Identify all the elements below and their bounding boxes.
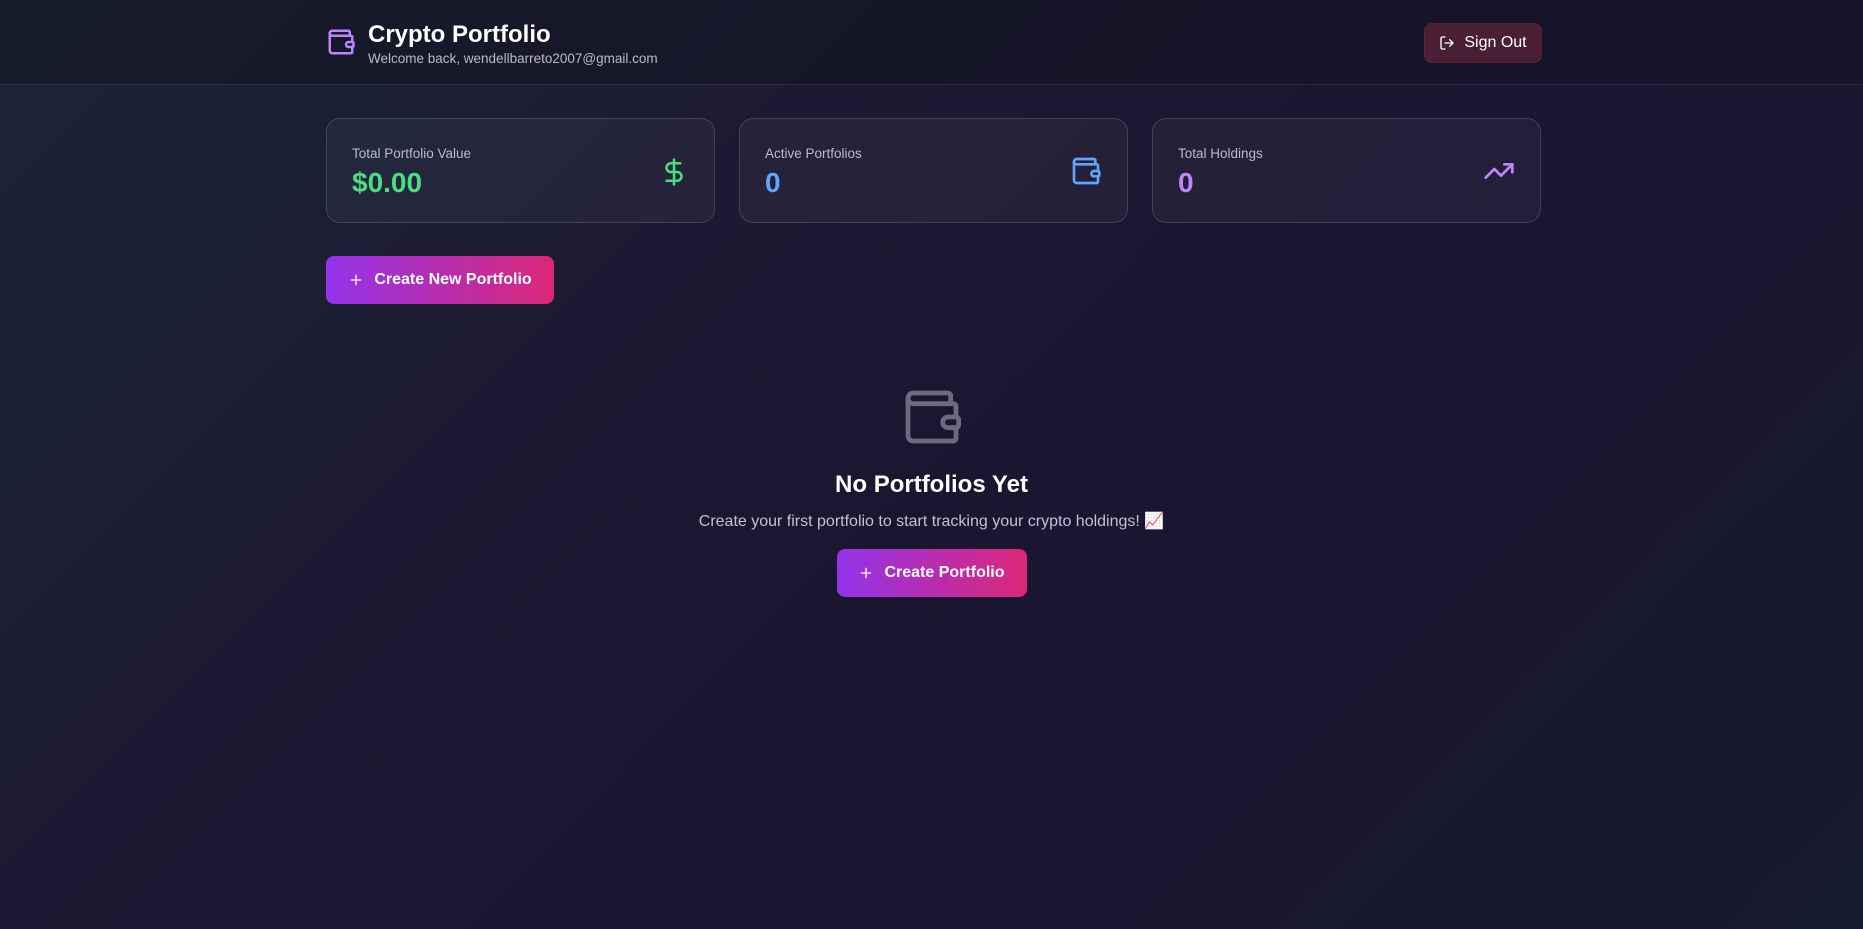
create-new-portfolio-label: Create New Portfolio [374,271,532,288]
wallet-icon [1070,155,1102,192]
trending-up-icon [1483,155,1515,192]
stat-label: Total Portfolio Value [352,146,472,161]
stat-card-total-holdings: Total Holdings 0 [1152,118,1541,223]
stat-value: 0 [1178,167,1194,198]
create-new-portfolio-button[interactable]: Create New Portfolio [326,256,554,304]
plus-icon [350,274,362,286]
dollar-icon [659,155,689,194]
stats-row: Total Portfolio Value $0.00 Active Portf… [326,118,1541,223]
brand-text: Crypto Portfolio Welcome back, wendellba… [368,20,658,66]
plus-icon [861,567,872,579]
wallet-icon [326,27,358,59]
top-header: Crypto Portfolio Welcome back, wendellba… [0,0,1863,85]
stat-value: $0.00 [352,167,423,198]
create-portfolio-label: Create Portfolio [884,564,1005,581]
create-portfolio-button[interactable]: Create Portfolio [836,549,1027,597]
empty-state-title: No Portfolios Yet [835,471,1028,498]
stat-card-active-portfolios: Active Portfolios 0 [739,118,1128,223]
empty-state: No Portfolios Yet Create your first port… [0,385,1863,597]
stat-value: 0 [765,167,781,198]
sign-out-button[interactable]: Sign Out [1424,23,1542,63]
sign-out-label: Sign Out [1464,34,1527,51]
welcome-text: Welcome back, wendellbarreto2007@gmail.c… [368,51,658,66]
wallet-icon [905,390,961,444]
log-out-icon [1440,36,1455,50]
stat-label: Active Portfolios [765,146,862,161]
empty-state-description: Create your first portfolio to start tra… [698,513,1165,530]
stat-label: Total Holdings [1178,146,1263,161]
brand: Crypto Portfolio Welcome back, wendellba… [326,20,658,66]
app-title: Crypto Portfolio [368,21,551,48]
stat-card-total-value: Total Portfolio Value $0.00 [326,118,715,223]
